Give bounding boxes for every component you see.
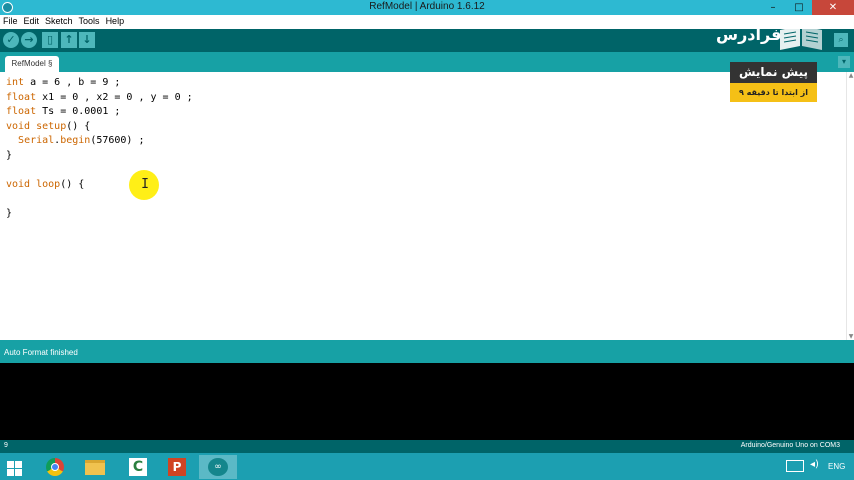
code-token-fn: begin (60, 135, 91, 147)
console-output[interactable] (0, 363, 854, 440)
badge-subtitle: از ابتدا تا دقیقه ۹ (730, 83, 817, 102)
code-token: Ts = 0.0001 ; (36, 106, 121, 118)
editor-scrollbar[interactable]: ▲ ▼ (846, 72, 854, 340)
save-sketch-button[interactable]: ↓ (79, 32, 95, 48)
code-line[interactable]: void setup() { (6, 120, 193, 135)
code-line[interactable]: void loop() { (6, 178, 193, 193)
window-controls: – □ ✕ (760, 0, 854, 15)
verify-button[interactable]: ✓ (3, 32, 19, 48)
code-token-fn: setup (36, 120, 67, 132)
code-token: (57600) ; (90, 135, 145, 147)
menu-sketch[interactable]: Sketch (42, 15, 76, 29)
status-bar: Auto Format finished (0, 340, 854, 363)
code-line[interactable]: int a = 6 , b = 9 ; (6, 76, 193, 91)
keyboard-icon[interactable] (786, 460, 804, 472)
code-token-fn: loop (36, 179, 61, 191)
title-bar: RefModel | Arduino 1.6.12 – □ ✕ (0, 0, 854, 15)
board-port: Arduino/Genuino Uno on COM3 (740, 442, 840, 449)
code-token-kw: float (6, 106, 37, 118)
code-editor[interactable]: int a = 6 , b = 9 ; float x1 = 0 , x2 = 0… (0, 72, 846, 340)
code-token: a = 6 , b = 9 ; (24, 77, 121, 88)
footer-bar: 9 Arduino/Genuino Uno on COM3 (0, 440, 854, 453)
code-line[interactable]: } (6, 207, 193, 222)
taskbar: C P ∞ (0, 453, 854, 480)
camtasia-icon: C (129, 458, 147, 476)
code-token: x1 = 0 , x2 = 0 , y = 0 ; (36, 91, 193, 103)
code-line[interactable]: } (6, 149, 193, 164)
minimize-button[interactable]: – (760, 0, 786, 15)
code-line[interactable] (6, 164, 193, 179)
open-sketch-button[interactable]: ↑ (61, 32, 77, 48)
faradars-logo: فرادرس (712, 22, 838, 52)
status-message: Auto Format finished (4, 348, 78, 357)
folder-icon (85, 460, 105, 475)
new-sketch-button[interactable]: ▯ (42, 32, 58, 48)
code-token-kw: void (6, 120, 31, 132)
tab-menu-button[interactable]: ▾ (838, 56, 850, 68)
start-button[interactable] (0, 455, 30, 479)
arduino-icon: ∞ (208, 458, 228, 476)
logo-text: فرادرس (716, 25, 782, 44)
badge-title: پیش نمایش (730, 62, 817, 83)
code-token: () { (66, 120, 91, 132)
code-token: () { (60, 179, 85, 191)
menu-tools[interactable]: Tools (76, 15, 103, 29)
code-line[interactable]: Serial.begin(57600) ; (6, 134, 193, 149)
code-token-kw: Serial (18, 135, 55, 147)
taskbar-camtasia[interactable]: C (119, 455, 157, 479)
book-icon (780, 26, 822, 50)
code-token-kw: void (6, 179, 31, 191)
close-button[interactable]: ✕ (812, 0, 854, 15)
code-line[interactable] (6, 193, 193, 208)
scroll-up-icon[interactable]: ▲ (847, 72, 854, 79)
menu-file[interactable]: File (0, 15, 21, 29)
window-title: RefModel | Arduino 1.6.12 (369, 1, 485, 12)
text-cursor-icon: I (141, 177, 149, 192)
taskbar-arduino[interactable]: ∞ (199, 455, 237, 479)
line-number: 9 (4, 442, 8, 449)
code-line[interactable]: float x1 = 0 , x2 = 0 , y = 0 ; (6, 91, 193, 106)
code-line[interactable]: float Ts = 0.0001 ; (6, 105, 193, 120)
code-text[interactable]: int a = 6 , b = 9 ; float x1 = 0 , x2 = 0… (6, 76, 193, 222)
code-token-kw: float (6, 91, 37, 103)
maximize-button[interactable]: □ (786, 0, 812, 15)
preview-badge: پیش نمایش از ابتدا تا دقیقه ۹ (730, 62, 817, 102)
code-token: } (6, 208, 13, 220)
volume-icon[interactable]: ◂) (810, 459, 819, 470)
tab-refmodel[interactable]: RefModel § (5, 56, 59, 72)
taskbar-chrome[interactable] (36, 455, 74, 479)
code-token: } (6, 149, 13, 161)
language-indicator[interactable]: ENG (828, 462, 845, 471)
menu-edit[interactable]: Edit (21, 15, 43, 29)
windows-icon (7, 461, 23, 476)
taskbar-powerpoint[interactable]: P (158, 455, 196, 479)
upload-button[interactable]: → (21, 32, 37, 48)
tab-bar: RefModel § ▾ (0, 52, 854, 72)
menu-help[interactable]: Help (103, 15, 128, 29)
scroll-down-icon[interactable]: ▼ (847, 333, 854, 340)
chrome-icon (46, 458, 64, 476)
powerpoint-icon: P (168, 458, 186, 476)
taskbar-explorer[interactable] (76, 455, 114, 479)
code-token-kw: int (6, 77, 25, 88)
